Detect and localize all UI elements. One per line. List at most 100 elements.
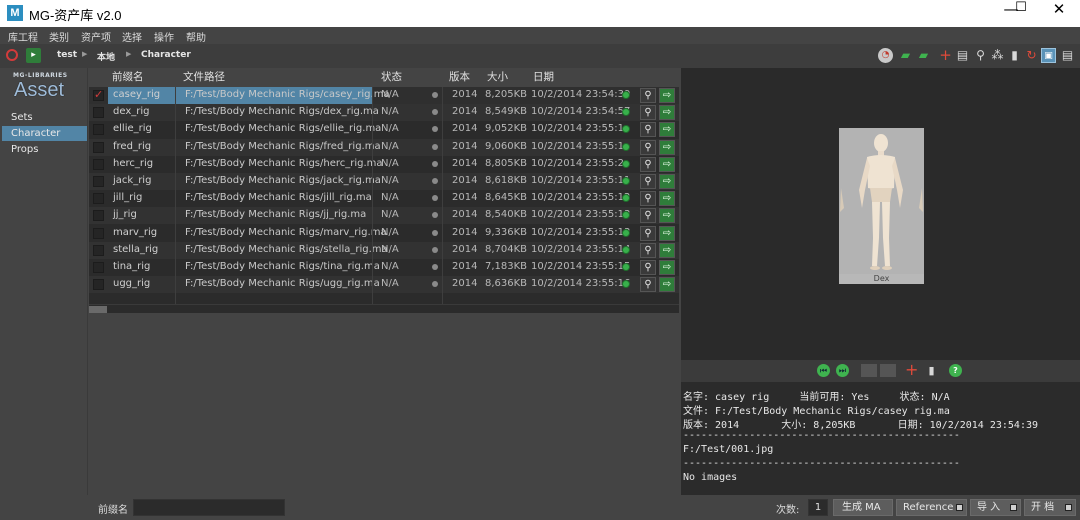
sidebar-item-character[interactable]: Character bbox=[2, 126, 87, 141]
magnifier-icon[interactable]: ⚲ bbox=[640, 260, 656, 275]
scrollbar-thumb[interactable] bbox=[89, 306, 107, 313]
add-image-icon[interactable]: + bbox=[905, 362, 918, 378]
import-asset-icon[interactable]: ⇨ bbox=[659, 122, 675, 138]
close-button[interactable]: ✕ bbox=[1036, 0, 1080, 27]
screenshot-icon[interactable] bbox=[880, 364, 896, 377]
generate-ma-button[interactable]: 生成 MA bbox=[833, 499, 893, 516]
open-button[interactable]: 开 档 bbox=[1024, 499, 1076, 516]
row-checkbox[interactable] bbox=[93, 227, 104, 239]
previous-icon[interactable]: ⏮ bbox=[817, 364, 830, 377]
row-checkbox[interactable] bbox=[93, 88, 104, 101]
next-icon[interactable]: ⏭ bbox=[836, 364, 849, 377]
table-row[interactable]: fred_rig F:/Test/Body Mechanic Rigs/fred_… bbox=[89, 138, 679, 156]
sidebar-item-sets[interactable]: Sets bbox=[2, 110, 87, 125]
menu-select[interactable]: 选择 bbox=[122, 29, 142, 44]
row-checkbox[interactable] bbox=[93, 141, 104, 153]
table-row[interactable]: casey_rig F:/Test/Body Mechanic Rigs/case… bbox=[89, 87, 679, 104]
magnifier-icon[interactable]: ⚲ bbox=[640, 191, 656, 207]
magnifier-icon[interactable]: ⚲ bbox=[640, 242, 656, 258]
breadcrumb-local[interactable]: 本地 bbox=[97, 50, 115, 63]
row-checkbox[interactable] bbox=[93, 176, 104, 187]
table-row[interactable]: jj_rig F:/Test/Body Mechanic Rigs/jj_rig.… bbox=[89, 207, 679, 225]
image-edit-icon[interactable]: ▤ bbox=[955, 48, 970, 63]
magnifier-icon[interactable]: ⚲ bbox=[640, 122, 656, 138]
header-date[interactable]: 日期 bbox=[533, 69, 554, 84]
import-asset-icon[interactable]: ⇨ bbox=[659, 88, 675, 103]
magnifier-icon[interactable]: ⚲ bbox=[640, 208, 656, 224]
import-button[interactable]: 导 入 bbox=[970, 499, 1021, 516]
import-asset-icon[interactable]: ⇨ bbox=[659, 105, 675, 121]
breadcrumb-category[interactable]: Character bbox=[141, 50, 191, 60]
magnifier-icon[interactable]: ⚲ bbox=[640, 277, 656, 293]
table-row[interactable]: marv_rig F:/Test/Body Mechanic Rigs/marv_… bbox=[89, 224, 679, 242]
image-view-icon[interactable]: ▣ bbox=[1041, 48, 1056, 63]
header-prefix[interactable]: 前缀名 bbox=[112, 69, 144, 84]
header-version[interactable]: 版本 bbox=[449, 69, 470, 84]
menu-help[interactable]: 帮助 bbox=[186, 29, 206, 44]
row-checkbox[interactable] bbox=[93, 279, 104, 291]
delete-image-icon[interactable]: ▮ bbox=[925, 364, 938, 377]
magnifier-icon[interactable]: ⚲ bbox=[640, 88, 656, 103]
table-row[interactable]: jack_rig F:/Test/Body Mechanic Rigs/jack_… bbox=[89, 173, 679, 190]
menu-library-project[interactable]: 库工程 bbox=[8, 29, 38, 44]
row-checkbox[interactable] bbox=[93, 210, 104, 222]
import-asset-icon[interactable]: ⇨ bbox=[659, 242, 675, 258]
table-row[interactable]: ugg_rig F:/Test/Body Mechanic Rigs/ugg_ri… bbox=[89, 276, 679, 294]
folder-refresh-icon[interactable]: ▸ bbox=[26, 48, 41, 63]
import-asset-icon[interactable]: ⇨ bbox=[659, 277, 675, 293]
import-asset-icon[interactable]: ⇨ bbox=[659, 191, 675, 207]
available-status-icon bbox=[622, 159, 630, 168]
magnifier-icon[interactable]: ⚲ bbox=[640, 156, 656, 172]
help-icon[interactable]: ? bbox=[949, 364, 962, 377]
sidebar-item-props[interactable]: Props bbox=[2, 142, 87, 157]
table-row[interactable]: herc_rig F:/Test/Body Mechanic Rigs/herc_… bbox=[89, 155, 679, 173]
table-row[interactable]: dex_rig F:/Test/Body Mechanic Rigs/dex_ri… bbox=[89, 104, 679, 122]
table-row[interactable]: ellie_rig F:/Test/Body Mechanic Rigs/elli… bbox=[89, 121, 679, 139]
import-asset-icon[interactable]: ⇨ bbox=[659, 174, 675, 189]
menu-category[interactable]: 类别 bbox=[49, 29, 69, 44]
prefix-input[interactable] bbox=[133, 499, 285, 516]
magnifier-icon[interactable]: ⚲ bbox=[640, 174, 656, 189]
row-checkbox[interactable] bbox=[93, 262, 104, 273]
record-icon[interactable] bbox=[6, 49, 18, 61]
table-row[interactable]: stella_rig F:/Test/Body Mechanic Rigs/ste… bbox=[89, 241, 679, 259]
header-size[interactable]: 大小 bbox=[487, 69, 508, 84]
header-status[interactable]: 状态 bbox=[381, 69, 402, 84]
table-row[interactable]: tina_rig F:/Test/Body Mechanic Rigs/tina_… bbox=[89, 259, 679, 276]
horizontal-scrollbar[interactable] bbox=[89, 304, 679, 313]
reference-button[interactable]: Reference bbox=[896, 499, 967, 516]
image-icon[interactable] bbox=[861, 364, 877, 377]
add-folder-icon[interactable]: ▰ bbox=[898, 48, 913, 63]
row-checkbox[interactable] bbox=[93, 193, 104, 205]
row-checkbox[interactable] bbox=[93, 107, 104, 119]
magnifier-icon[interactable]: ⚲ bbox=[640, 105, 656, 121]
option-box-icon[interactable] bbox=[1010, 504, 1017, 511]
table-row[interactable]: jill_rig F:/Test/Body Mechanic Rigs/jill_… bbox=[89, 190, 679, 208]
header-path[interactable]: 文件路径 bbox=[183, 69, 225, 84]
row-size: 8,645KB bbox=[485, 192, 528, 204]
share-icon[interactable]: ⁂ bbox=[990, 48, 1005, 63]
option-box-icon[interactable] bbox=[1065, 504, 1072, 511]
clock-icon[interactable]: ◔ bbox=[878, 48, 893, 63]
import-asset-icon[interactable]: ⇨ bbox=[659, 260, 675, 275]
import-asset-icon[interactable]: ⇨ bbox=[659, 139, 675, 155]
breadcrumb-project[interactable]: test bbox=[57, 50, 77, 60]
save-icon[interactable]: ▤ bbox=[1060, 48, 1075, 63]
magnifier-icon[interactable]: ⚲ bbox=[640, 225, 656, 241]
row-checkbox[interactable] bbox=[93, 124, 104, 136]
import-asset-icon[interactable]: ⇨ bbox=[659, 208, 675, 224]
count-input[interactable]: 1 bbox=[808, 499, 828, 516]
add-icon[interactable]: + bbox=[938, 48, 953, 63]
refresh-icon[interactable]: ↻ bbox=[1024, 48, 1039, 63]
row-checkbox[interactable] bbox=[93, 244, 104, 256]
trash-icon[interactable]: ▮ bbox=[1007, 48, 1022, 63]
folder-icon[interactable]: ▰ bbox=[916, 48, 931, 63]
magnifier-icon[interactable]: ⚲ bbox=[640, 139, 656, 155]
menu-operate[interactable]: 操作 bbox=[154, 29, 174, 44]
search-icon[interactable]: ⚲ bbox=[973, 48, 988, 63]
row-checkbox[interactable] bbox=[93, 158, 104, 170]
import-asset-icon[interactable]: ⇨ bbox=[659, 156, 675, 172]
option-box-icon[interactable] bbox=[956, 504, 963, 511]
import-asset-icon[interactable]: ⇨ bbox=[659, 225, 675, 241]
menu-asset-item[interactable]: 资产项 bbox=[81, 29, 111, 44]
